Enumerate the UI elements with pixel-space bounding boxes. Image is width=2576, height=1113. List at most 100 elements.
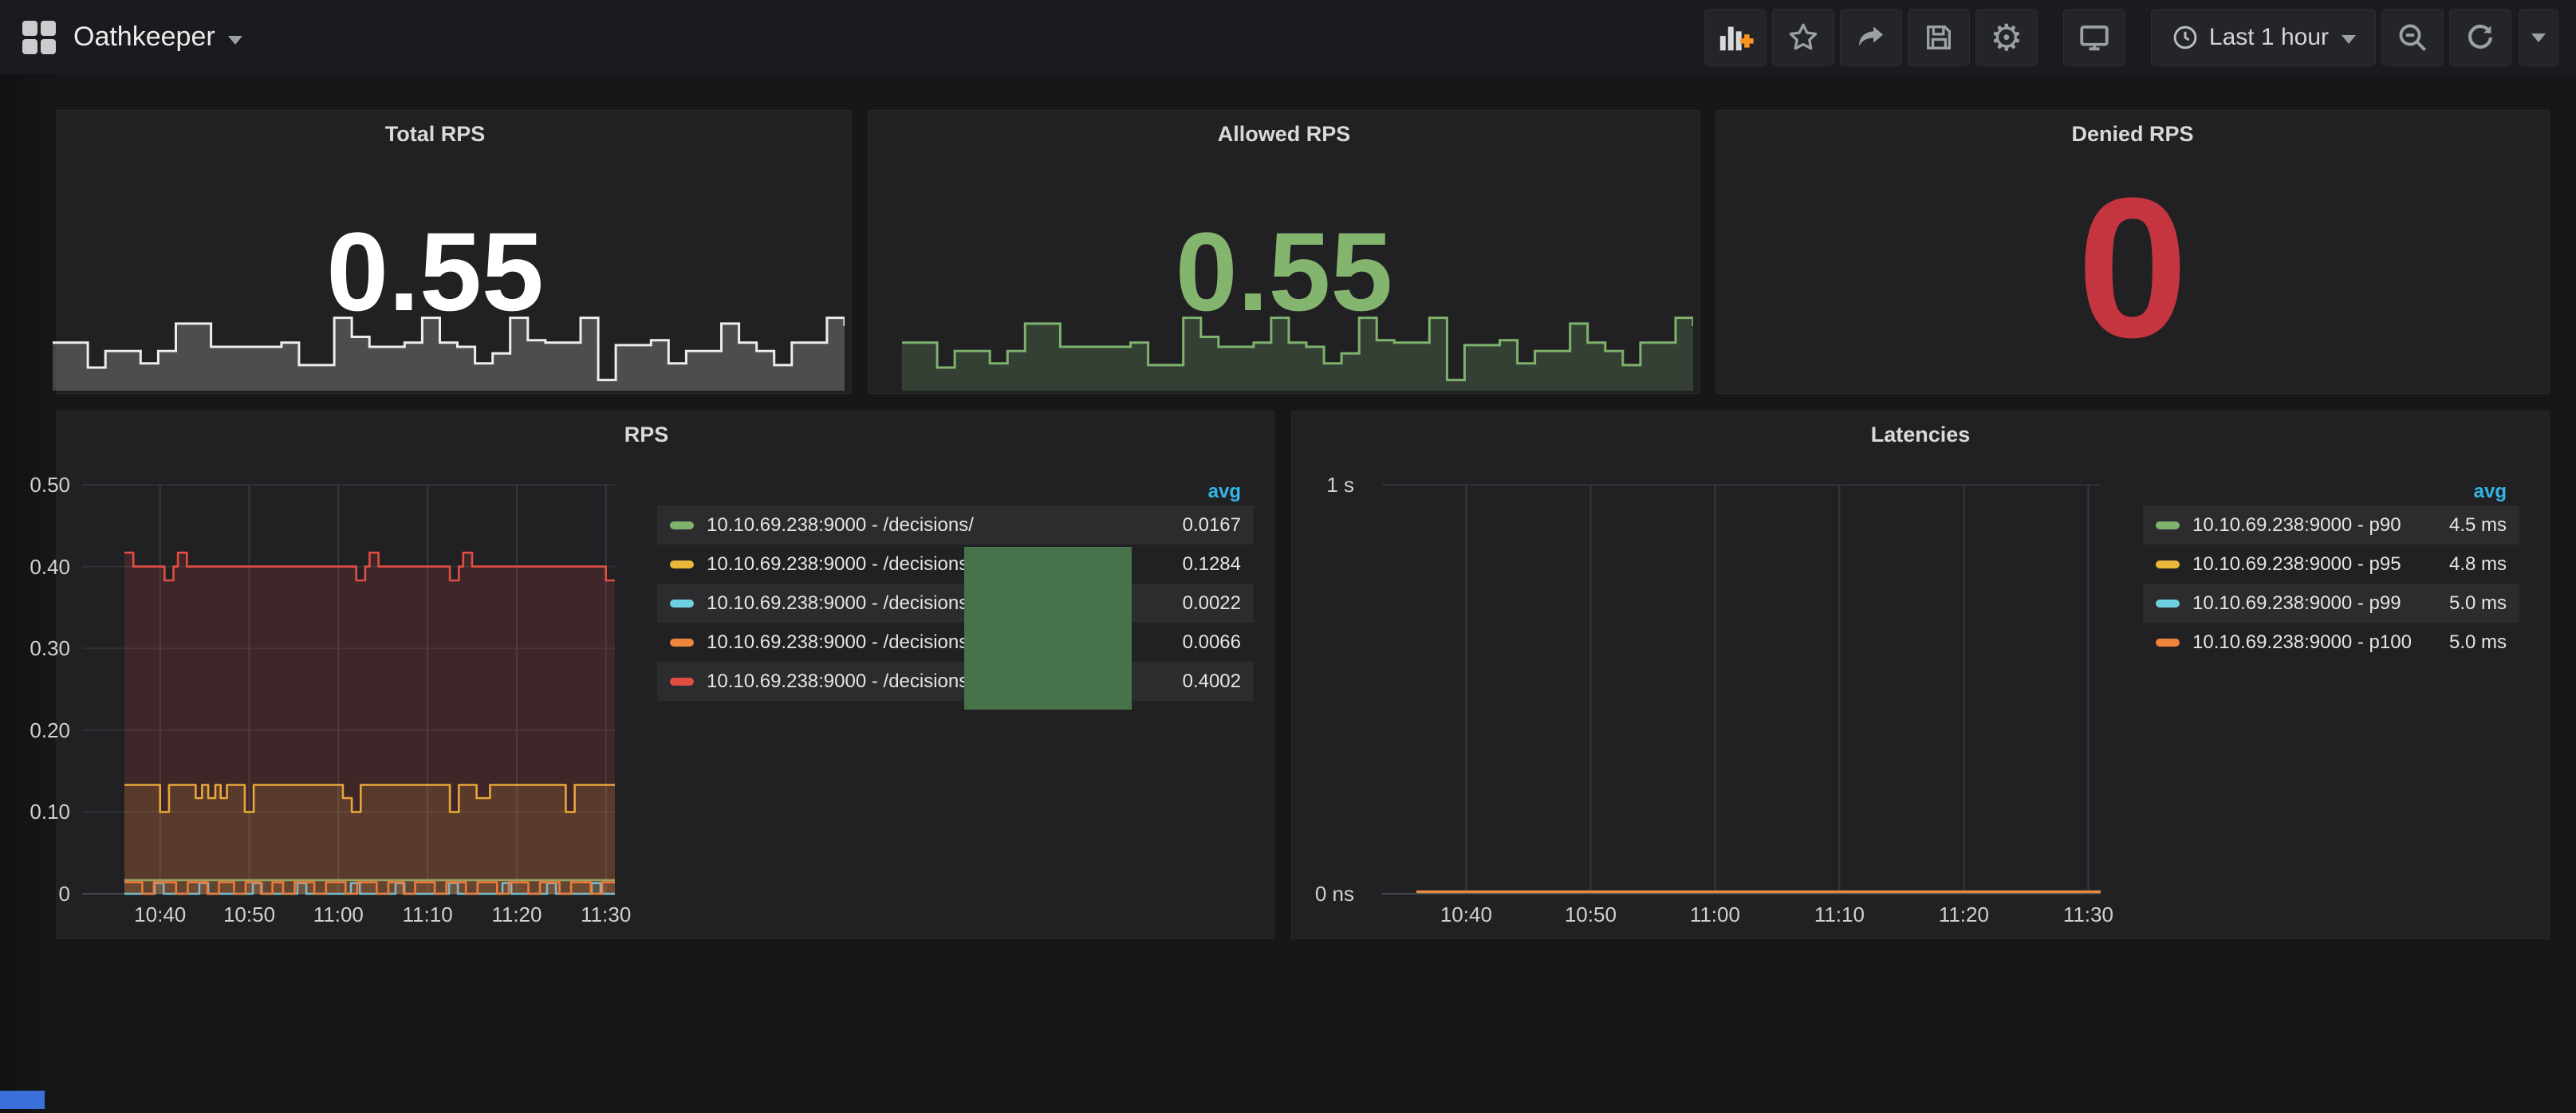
zoom-out-icon	[2396, 21, 2429, 54]
panel-total-rps: Total RPS 0.55	[18, 110, 852, 394]
star-icon	[1786, 21, 1820, 54]
rps-legend: avg10.10.69.238:9000 - /decisions/0.0167…	[657, 478, 1254, 701]
legend-avg-value: 4.8 ms	[2438, 553, 2507, 576]
x-axis-tick-label: 11:20	[469, 903, 565, 927]
panel-allowed-rps: Allowed RPS 0.55	[868, 110, 1700, 394]
legend-avg-value: 0.0022	[1172, 592, 1241, 615]
legend-avg-value: 4.5 ms	[2438, 514, 2507, 537]
legend-color-swatch[interactable]	[670, 600, 694, 608]
star-button[interactable]	[1772, 9, 1834, 66]
x-axis-tick-label: 11:10	[1791, 903, 1887, 927]
legend-color-swatch[interactable]	[670, 639, 694, 647]
legend-avg-value: 0.4002	[1172, 671, 1241, 693]
panel-title[interactable]: Denied RPS	[1716, 122, 2549, 147]
legend-avg-header: avg	[657, 478, 1254, 505]
y-axis-tick-label: 0.40	[21, 555, 70, 580]
panel-title[interactable]: RPS	[19, 423, 1274, 447]
x-axis-tick-label: 11:00	[1667, 903, 1763, 927]
x-axis-tick-label: 11:20	[1916, 903, 2011, 927]
legend-avg-value: 0.1284	[1172, 553, 1241, 576]
legend-row[interactable]: 10.10.69.238:9000 - p99 5.0 ms	[2143, 584, 2519, 623]
dashboard-title[interactable]: Oathkeeper	[73, 22, 215, 53]
legend-avg-value: 5.0 ms	[2438, 631, 2507, 654]
y-axis-tick-label: 0	[21, 882, 70, 907]
bottom-left-blue-badge	[0, 1091, 45, 1109]
save-button[interactable]	[1908, 9, 1970, 66]
legend-row[interactable]: 10.10.69.238:9000 - /decisions/0.0167	[657, 505, 1254, 545]
dashboard-grid-icon[interactable]	[22, 21, 56, 54]
time-range-label: Last 1 hour	[2209, 24, 2329, 51]
y-axis-tick-label: 0.20	[21, 718, 70, 743]
legend-series-label[interactable]: 10.10.69.238:9000 - /decisions/	[707, 592, 974, 615]
save-icon	[1923, 22, 1955, 53]
legend-series-label[interactable]: 10.10.69.238:9000 - p99	[2192, 592, 2401, 615]
legend-row[interactable]: 10.10.69.238:9000 - p95 4.8 ms	[2143, 545, 2519, 584]
panel-rps-graph: RPS avg10.10.69.238:9000 - /decisions/0.…	[18, 411, 1274, 939]
panel-title[interactable]: Total RPS	[19, 122, 851, 147]
legend-color-swatch[interactable]	[670, 521, 694, 529]
monitor-icon	[2078, 21, 2111, 54]
refresh-interval-button[interactable]	[2519, 9, 2558, 66]
legend-avg-header: avg	[2143, 478, 2519, 505]
panel-title[interactable]: Latencies	[1292, 423, 2549, 447]
stat-value-denied-rps: 0	[1716, 168, 2549, 368]
stat-value-total-rps: 0.55	[19, 216, 851, 328]
legend-color-swatch[interactable]	[670, 560, 694, 568]
navbar-left: Oathkeeper	[22, 21, 242, 54]
y-axis-tick-label: 0.30	[21, 636, 70, 661]
dashboard-dropdown-caret-icon[interactable]	[228, 36, 242, 45]
refresh-icon	[2464, 21, 2497, 54]
refresh-button[interactable]	[2449, 9, 2511, 66]
time-range-caret-icon	[2342, 35, 2356, 44]
time-range-picker[interactable]: Last 1 hour	[2151, 9, 2376, 66]
legend-row[interactable]: 10.10.69.238:9000 - p100 5.0 ms	[2143, 623, 2519, 662]
x-axis-tick-label: 11:30	[2040, 903, 2136, 927]
add-panel-button[interactable]	[1704, 9, 1767, 66]
navbar-toolbar: ⚙ Last 1 hour	[1704, 8, 2558, 67]
legend-row[interactable]: 10.10.69.238:9000 - /decisions/0.4002	[657, 662, 1254, 701]
add-panel-icon	[1717, 19, 1754, 56]
legend-row[interactable]: 10.10.69.238:9000 - /decisions/0.0022	[657, 584, 1254, 623]
panel-title[interactable]: Allowed RPS	[869, 122, 1700, 147]
y-axis-tick-label: 0 ns	[1298, 882, 1354, 907]
y-axis-tick-label: 0.10	[21, 800, 70, 824]
legend-color-swatch[interactable]	[2156, 560, 2180, 568]
zoom-out-button[interactable]	[2381, 9, 2444, 66]
legend-row[interactable]: 10.10.69.238:9000 - /decisions/0.0066	[657, 623, 1254, 662]
latencies-legend: avg10.10.69.238:9000 - p904.5 ms10.10.69…	[2143, 478, 2519, 662]
legend-series-label[interactable]: 10.10.69.238:9000 - /decisions/	[707, 631, 974, 654]
stat-value-allowed-rps: 0.55	[869, 216, 1700, 328]
legend-color-swatch[interactable]	[2156, 600, 2180, 608]
grafana-dashboard: Oathkeeper	[0, 0, 2576, 1113]
cycle-view-mode-button[interactable]	[2063, 9, 2125, 66]
legend-series-label[interactable]: 10.10.69.238:9000 - p95	[2192, 553, 2401, 576]
legend-series-label[interactable]: 10.10.69.238:9000 - p90	[2192, 514, 2401, 537]
x-axis-tick-label: 11:00	[290, 903, 386, 927]
share-button[interactable]	[1840, 9, 1902, 66]
y-axis-tick-label: 1 s	[1298, 473, 1354, 498]
legend-series-label[interactable]: 10.10.69.238:9000 - /decisions/	[707, 553, 974, 576]
share-icon	[1854, 21, 1888, 54]
panel-latencies-graph: Latencies avg 10.10.69.238:9000 - p90 4.5 …	[1291, 411, 2550, 939]
green-redaction-overlay	[964, 547, 1132, 710]
refresh-interval-caret-icon	[2531, 33, 2546, 42]
settings-button[interactable]: ⚙	[1975, 9, 2038, 66]
legend-avg-value: 5.0 ms	[2438, 592, 2507, 615]
legend-avg-value: 0.0066	[1172, 631, 1241, 654]
legend-row[interactable]: 10.10.69.238:9000 - p90 4.5 ms	[2143, 505, 2519, 545]
clock-icon	[2171, 23, 2200, 52]
y-axis-tick-label: 0.50	[21, 473, 70, 498]
x-axis-tick-label: 11:30	[558, 903, 654, 927]
legend-series-label[interactable]: 10.10.69.238:9000 - /decisions/	[707, 671, 974, 693]
panel-denied-rps: Denied RPS 0	[1715, 110, 2550, 394]
navbar: Oathkeeper	[0, 0, 2576, 74]
legend-row[interactable]: 10.10.69.238:9000 - /decisions/0.1284	[657, 545, 1254, 584]
x-axis-tick-label: 10:50	[202, 903, 297, 927]
legend-color-swatch[interactable]	[2156, 639, 2180, 647]
x-axis-tick-label: 10:50	[1542, 903, 1638, 927]
legend-color-swatch[interactable]	[670, 678, 694, 686]
legend-series-label[interactable]: 10.10.69.238:9000 - p100	[2192, 631, 2412, 654]
legend-color-swatch[interactable]	[2156, 521, 2180, 529]
legend-series-label[interactable]: 10.10.69.238:9000 - /decisions/	[707, 514, 974, 537]
x-axis-tick-label: 10:40	[112, 903, 208, 927]
